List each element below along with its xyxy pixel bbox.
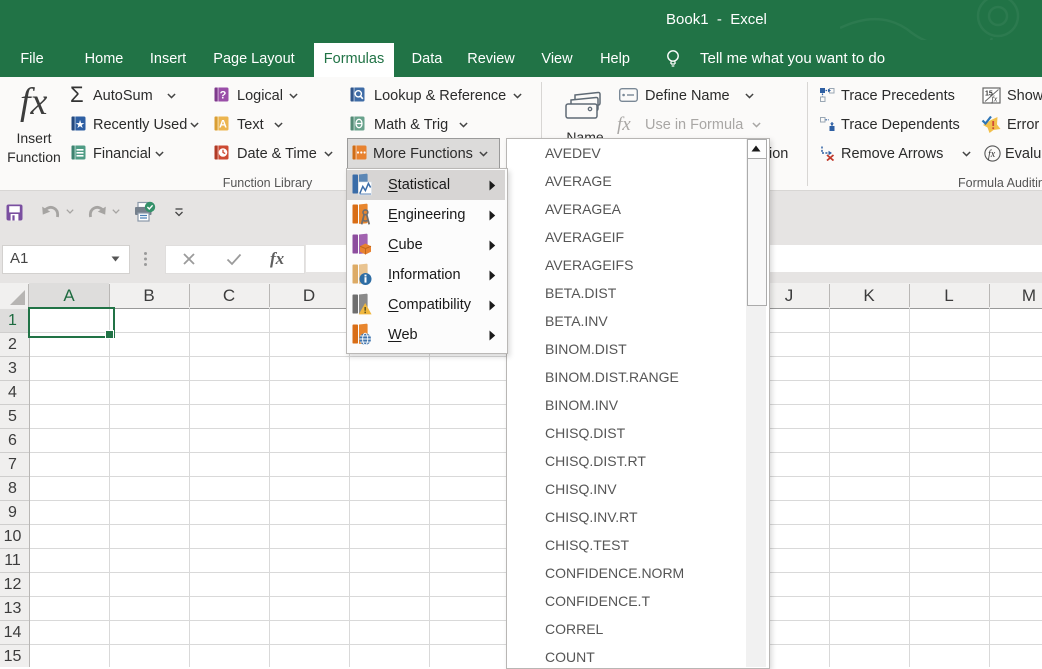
svg-text:?: ? [220,90,227,102]
svg-text:fx: fx [988,149,996,160]
svg-text:★: ★ [75,119,85,131]
svg-text:A: A [219,119,227,131]
svg-text:fx: fx [992,95,998,104]
